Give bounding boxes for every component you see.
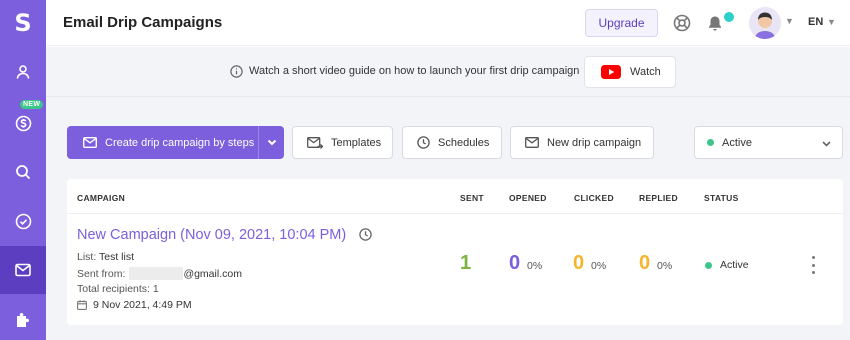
header-status[interactable]: STATUS <box>704 193 739 203</box>
status-dot <box>705 261 712 269</box>
avatar-caret-icon[interactable]: ▼ <box>785 16 794 26</box>
kebab-dot <box>811 271 815 274</box>
sidebar-item-billing[interactable] <box>0 99 46 147</box>
dollar-icon <box>15 115 31 131</box>
main-content: Create drip campaign by steps Templates … <box>46 97 850 340</box>
clicked-percent: 0% <box>591 260 607 272</box>
sidebar-item-search[interactable] <box>0 148 46 196</box>
split-divider <box>258 126 259 159</box>
sent-count: 1 <box>460 252 472 274</box>
search-icon <box>16 165 31 180</box>
envelope-icon <box>83 137 97 148</box>
chevron-down-icon[interactable] <box>266 136 278 148</box>
header-clicked[interactable]: CLICKED <box>574 193 614 203</box>
kebab-dot <box>811 256 815 259</box>
video-guide-banner: Watch a short video guide on how to laun… <box>46 47 850 97</box>
header-divider <box>67 213 843 214</box>
calendar-icon <box>77 300 87 310</box>
clock-icon <box>417 136 430 149</box>
replied-percent: 0% <box>657 260 673 272</box>
sidebar-item-email[interactable] <box>0 246 46 294</box>
header-replied[interactable]: REPLIED <box>639 193 678 203</box>
sidebar: S NEW <box>0 0 46 340</box>
app-logo[interactable]: S <box>0 0 46 46</box>
youtube-icon <box>601 65 621 79</box>
check-circle-icon <box>15 213 31 229</box>
row-menu-button[interactable] <box>809 256 817 274</box>
create-drip-campaign-button[interactable]: Create drip campaign by steps <box>67 126 284 159</box>
schedules-label: Schedules <box>438 136 490 149</box>
logo-letter: S <box>14 9 32 37</box>
envelope-icon <box>525 137 539 148</box>
campaigns-table: CAMPAIGN SENT OPENED CLICKED REPLIED STA… <box>67 179 843 325</box>
list-value: Test list <box>99 251 135 263</box>
upgrade-button[interactable]: Upgrade <box>585 9 658 37</box>
status-dot <box>707 139 714 146</box>
watch-video-button[interactable]: Watch <box>584 56 676 88</box>
status-filter-select[interactable]: Active <box>694 126 843 159</box>
avatar-icon <box>749 7 781 39</box>
campaign-name-link[interactable]: New Campaign (Nov 09, 2021, 10:04 PM) <box>77 227 346 243</box>
row-status-label: Active <box>720 259 749 271</box>
row-status: Active <box>705 259 749 271</box>
info-icon <box>230 65 243 78</box>
header-opened[interactable]: OPENED <box>509 193 547 203</box>
campaign-list: List: Test list <box>77 251 134 263</box>
sidebar-item-verify[interactable] <box>0 197 46 245</box>
campaign-recipients: Total recipients: 1 <box>77 283 159 295</box>
sidebar-item-integrations[interactable] <box>0 296 46 340</box>
templates-button[interactable]: Templates <box>292 126 393 159</box>
campaign-date: 9 Nov 2021, 4:49 PM <box>77 299 192 311</box>
watch-label: Watch <box>630 66 661 78</box>
top-header: Email Drip Campaigns Upgrade ▼ EN ▼ <box>46 0 850 46</box>
sidebar-item-profile[interactable] <box>0 48 46 96</box>
sent-from-domain: @gmail.com <box>183 268 242 280</box>
create-drip-campaign-label: Create drip campaign by steps <box>105 136 255 149</box>
new-drip-campaign-label: New drip campaign <box>547 136 642 149</box>
mail-icon <box>15 263 31 277</box>
sent-from-label: Sent from: <box>77 268 126 280</box>
lifebuoy-icon <box>673 14 691 32</box>
page-title: Email Drip Campaigns <box>63 14 223 31</box>
redacted-email <box>129 267 184 280</box>
status-filter-value: Active <box>722 136 752 149</box>
new-drip-campaign-button[interactable]: New drip campaign <box>510 126 654 159</box>
recipients-label: Total recipients: <box>77 283 150 295</box>
clicked-count: 0 <box>573 252 585 274</box>
puzzle-icon <box>17 313 29 327</box>
header-campaign[interactable]: CAMPAIGN <box>77 193 125 203</box>
user-icon <box>16 65 30 79</box>
kebab-dot <box>811 263 815 267</box>
banner-text: Watch a short video guide on how to laun… <box>249 65 580 77</box>
recipients-value: 1 <box>152 283 159 295</box>
language-caret-icon[interactable]: ▼ <box>827 17 836 27</box>
user-avatar[interactable] <box>749 7 781 39</box>
support-button[interactable] <box>669 10 695 36</box>
campaign-sender: Sent from: @gmail.com <box>77 267 242 280</box>
clock-icon[interactable] <box>359 228 372 241</box>
notification-dot <box>724 12 734 22</box>
replied-count: 0 <box>639 252 651 274</box>
language-selector[interactable]: EN <box>808 16 823 28</box>
envelope-send-icon <box>307 136 323 149</box>
chevron-down-icon <box>822 141 831 147</box>
date-value: 9 Nov 2021, 4:49 PM <box>93 299 192 311</box>
opened-percent: 0% <box>527 260 543 272</box>
schedules-button[interactable]: Schedules <box>402 126 502 159</box>
list-label: List: <box>77 251 97 263</box>
header-sent[interactable]: SENT <box>460 193 484 203</box>
opened-count: 0 <box>509 252 521 274</box>
templates-label: Templates <box>331 136 382 149</box>
bell-icon <box>709 16 721 31</box>
